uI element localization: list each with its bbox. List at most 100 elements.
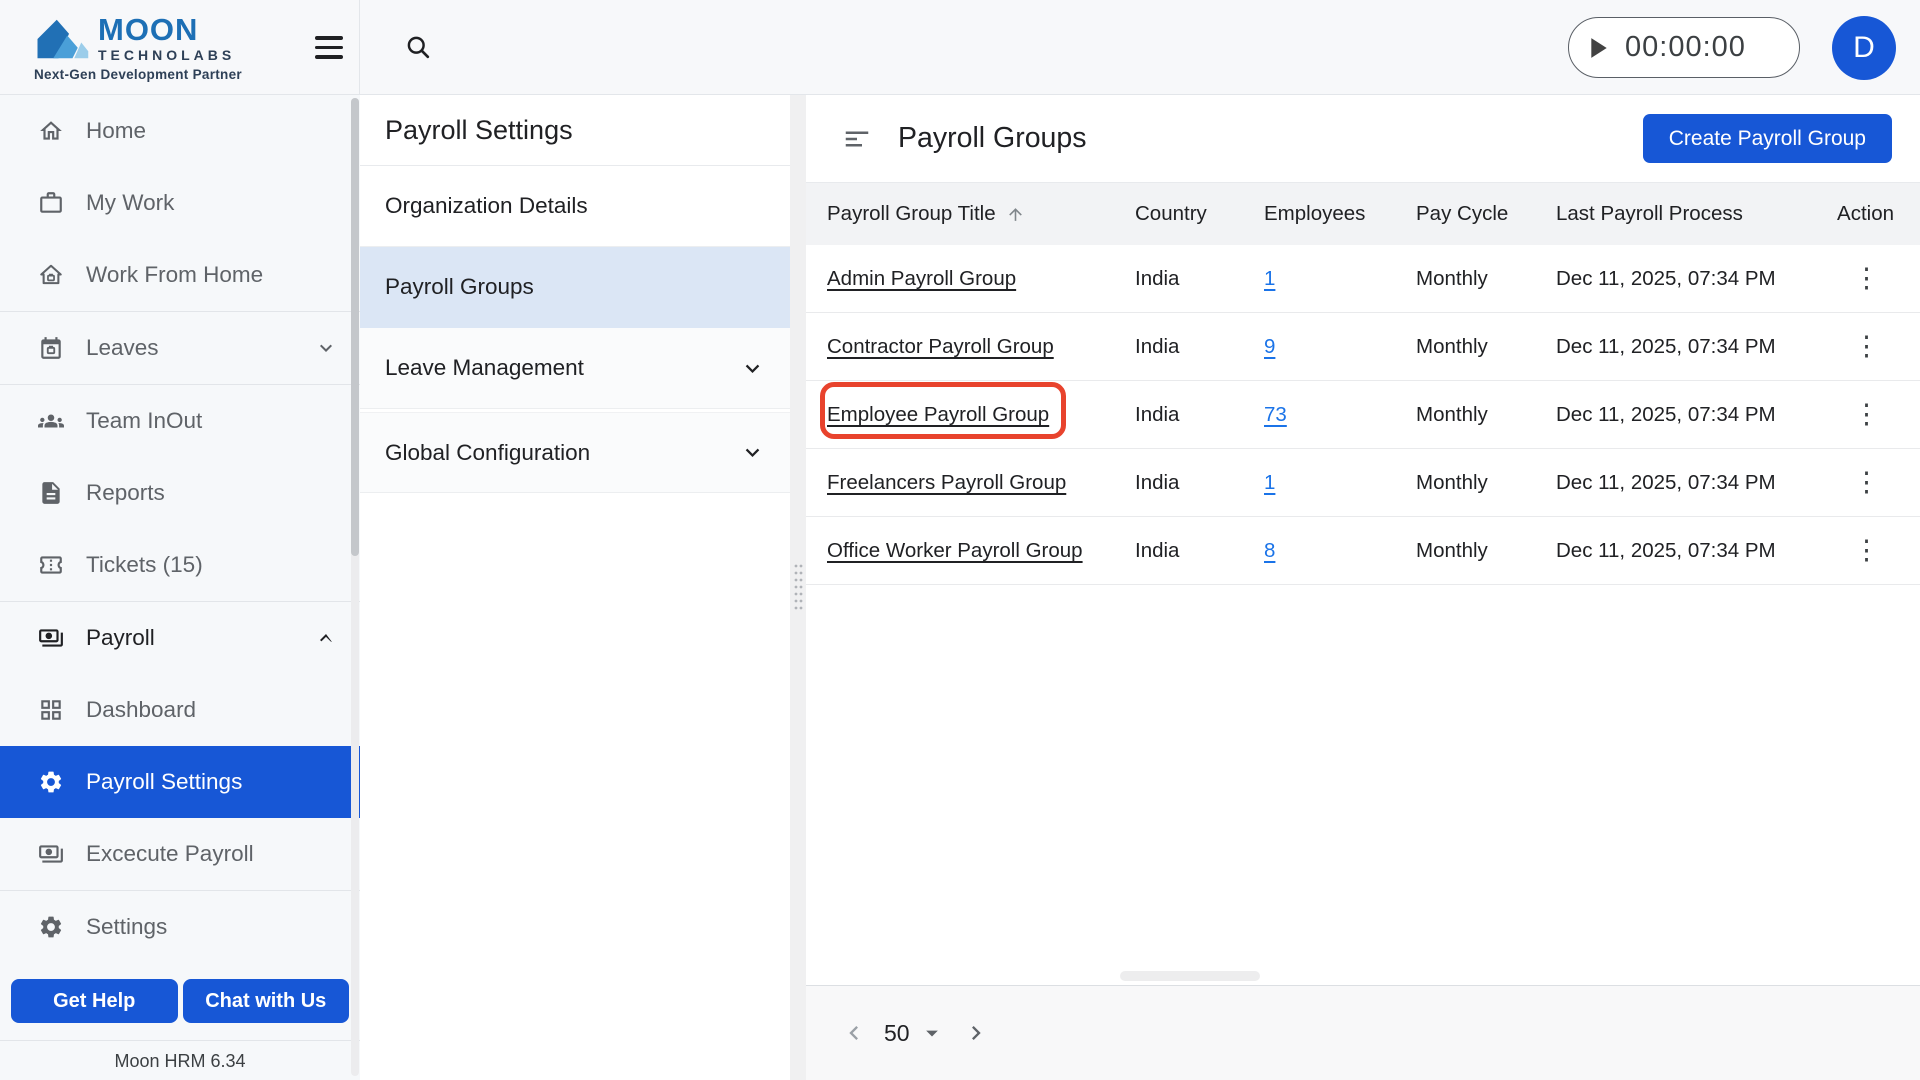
row-actions-kebab-icon[interactable]: ⋮ xyxy=(1853,537,1880,564)
sidebar-item-my-work[interactable]: My Work xyxy=(0,167,360,239)
sidebar-item-payroll-settings[interactable]: Payroll Settings xyxy=(0,746,360,818)
settings-item-organization-details[interactable]: Organization Details xyxy=(360,166,790,247)
row-actions-kebab-icon[interactable]: ⋮ xyxy=(1853,333,1880,360)
table-row: Employee Payroll Group India 73 Monthly … xyxy=(806,381,1920,449)
sort-lines-icon[interactable] xyxy=(842,124,872,154)
country-cell: India xyxy=(1135,335,1264,359)
employees-count-link[interactable]: 8 xyxy=(1264,539,1275,562)
settings-item-payroll-groups[interactable]: Payroll Groups xyxy=(360,247,790,328)
sidebar-item-execute-payroll[interactable]: Excecute Payroll xyxy=(0,818,360,890)
moon-technolabs-logo: MOON TECHNOLABS Next-Gen Development Par… xyxy=(34,14,242,82)
column-header-payroll-group-title[interactable]: Payroll Group Title xyxy=(827,202,1135,226)
horizontal-scrollbar-thumb[interactable] xyxy=(1120,971,1260,981)
table-row: Contractor Payroll Group India 9 Monthly… xyxy=(806,313,1920,381)
page-size-select[interactable]: 50 xyxy=(884,1019,946,1047)
country-cell: India xyxy=(1135,471,1264,495)
settings-item-label: Global Configuration xyxy=(385,440,590,466)
home-office-icon xyxy=(38,262,64,288)
employees-count-link[interactable]: 73 xyxy=(1264,403,1287,426)
get-help-button[interactable]: Get Help xyxy=(11,979,178,1023)
settings-panel-title: Payroll Settings xyxy=(360,95,790,166)
app-version: Moon HRM 6.34 xyxy=(0,1040,360,1072)
row-actions-kebab-icon[interactable]: ⋮ xyxy=(1853,265,1880,292)
country-cell: India xyxy=(1135,539,1264,563)
payroll-group-link[interactable]: Freelancers Payroll Group xyxy=(827,471,1066,494)
panel-resize-handle[interactable] xyxy=(790,95,806,1080)
settings-item-label: Payroll Groups xyxy=(385,274,534,300)
chevron-down-icon[interactable] xyxy=(314,336,338,360)
sidebar-item-label: Payroll xyxy=(86,625,155,651)
column-header-last-payroll-process[interactable]: Last Payroll Process xyxy=(1556,202,1832,226)
create-payroll-group-button[interactable]: Create Payroll Group xyxy=(1643,114,1892,163)
brand-tagline: Next-Gen Development Partner xyxy=(34,67,242,82)
next-page-icon[interactable] xyxy=(962,1019,990,1047)
sidebar-item-reports[interactable]: Reports xyxy=(0,457,360,529)
last-payroll-process-cell: Dec 11, 2025, 07:34 PM xyxy=(1556,335,1832,359)
sidebar-item-tickets[interactable]: Tickets (15) xyxy=(0,529,360,601)
team-group-icon xyxy=(38,408,64,434)
row-actions-kebab-icon[interactable]: ⋮ xyxy=(1853,401,1880,428)
payroll-group-link[interactable]: Office Worker Payroll Group xyxy=(827,539,1083,562)
sidebar-item-work-from-home[interactable]: Work From Home xyxy=(0,239,360,311)
column-header-pay-cycle[interactable]: Pay Cycle xyxy=(1416,202,1556,226)
pay-cycle-cell: Monthly xyxy=(1416,335,1556,359)
gear-icon xyxy=(38,914,64,940)
settings-item-global-configuration[interactable]: Global Configuration xyxy=(360,412,790,493)
last-payroll-process-cell: Dec 11, 2025, 07:34 PM xyxy=(1556,471,1832,495)
sidebar-item-team-inout[interactable]: Team InOut xyxy=(0,385,360,457)
table-header: Payroll Group Title Country Employees Pa… xyxy=(806,183,1920,245)
menu-icon[interactable] xyxy=(315,36,343,58)
employees-count-link[interactable]: 1 xyxy=(1264,267,1275,290)
payroll-group-link[interactable]: Contractor Payroll Group xyxy=(827,335,1054,358)
topbar: MOON TECHNOLABS Next-Gen Development Par… xyxy=(0,0,1920,95)
sidebar-item-label: Home xyxy=(86,118,146,144)
chevron-down-icon xyxy=(739,355,766,382)
settings-item-leave-management[interactable]: Leave Management xyxy=(360,328,790,409)
employees-count-link[interactable]: 9 xyxy=(1264,335,1275,358)
sidebar-item-payroll[interactable]: Payroll xyxy=(0,602,360,674)
chevron-up-icon[interactable] xyxy=(314,626,338,650)
payroll-groups-main: Payroll Groups Create Payroll Group Payr… xyxy=(806,95,1920,1080)
page-size-value: 50 xyxy=(884,1020,910,1047)
table-row: Freelancers Payroll Group India 1 Monthl… xyxy=(806,449,1920,517)
sidebar-item-label: Dashboard xyxy=(86,697,196,723)
timer-play-icon[interactable] xyxy=(1589,37,1609,59)
pagination-bar: 50 xyxy=(806,985,1920,1080)
country-cell: India xyxy=(1135,267,1264,291)
sidebar-item-home[interactable]: Home xyxy=(0,95,360,167)
sidebar-nav: Home My Work Work From Home Leaves xyxy=(0,95,360,1080)
chat-with-us-button[interactable]: Chat with Us xyxy=(183,979,350,1023)
sidebar-item-leaves[interactable]: Leaves xyxy=(0,312,360,384)
pay-cycle-cell: Monthly xyxy=(1416,471,1556,495)
row-actions-kebab-icon[interactable]: ⋮ xyxy=(1853,469,1880,496)
last-payroll-process-cell: Dec 11, 2025, 07:34 PM xyxy=(1556,539,1832,563)
column-header-country[interactable]: Country xyxy=(1135,202,1264,226)
leave-calendar-icon xyxy=(38,335,64,361)
column-header-employees[interactable]: Employees xyxy=(1264,202,1416,226)
payroll-money-icon xyxy=(38,625,64,651)
user-avatar[interactable]: D xyxy=(1832,16,1896,80)
sort-ascending-icon xyxy=(1006,205,1025,224)
last-payroll-process-cell: Dec 11, 2025, 07:34 PM xyxy=(1556,267,1832,291)
employees-count-link[interactable]: 1 xyxy=(1264,471,1275,494)
last-payroll-process-cell: Dec 11, 2025, 07:34 PM xyxy=(1556,403,1832,427)
timer-widget[interactable]: 00:00:00 xyxy=(1568,17,1800,78)
page-title: Payroll Groups xyxy=(898,122,1087,155)
payroll-group-link[interactable]: Employee Payroll Group xyxy=(827,403,1049,426)
sidebar-item-label: My Work xyxy=(86,190,174,216)
previous-page-icon[interactable] xyxy=(840,1019,868,1047)
pay-cycle-cell: Monthly xyxy=(1416,267,1556,291)
dropdown-caret-icon xyxy=(918,1019,946,1047)
chevron-down-icon xyxy=(739,439,766,466)
sidebar-item-settings[interactable]: Settings xyxy=(0,891,360,963)
table-row: Admin Payroll Group India 1 Monthly Dec … xyxy=(806,245,1920,313)
sidebar-item-dashboard[interactable]: Dashboard xyxy=(0,674,360,746)
sidebar-item-label: Settings xyxy=(86,914,167,940)
sidebar-scrollbar[interactable] xyxy=(351,98,359,1076)
search-icon[interactable] xyxy=(404,33,432,61)
sidebar-scrollbar-thumb[interactable] xyxy=(351,98,359,556)
report-document-icon xyxy=(38,480,64,506)
sidebar-item-label: Payroll Settings xyxy=(86,769,242,795)
ticket-icon xyxy=(38,552,64,578)
payroll-group-link[interactable]: Admin Payroll Group xyxy=(827,267,1016,290)
